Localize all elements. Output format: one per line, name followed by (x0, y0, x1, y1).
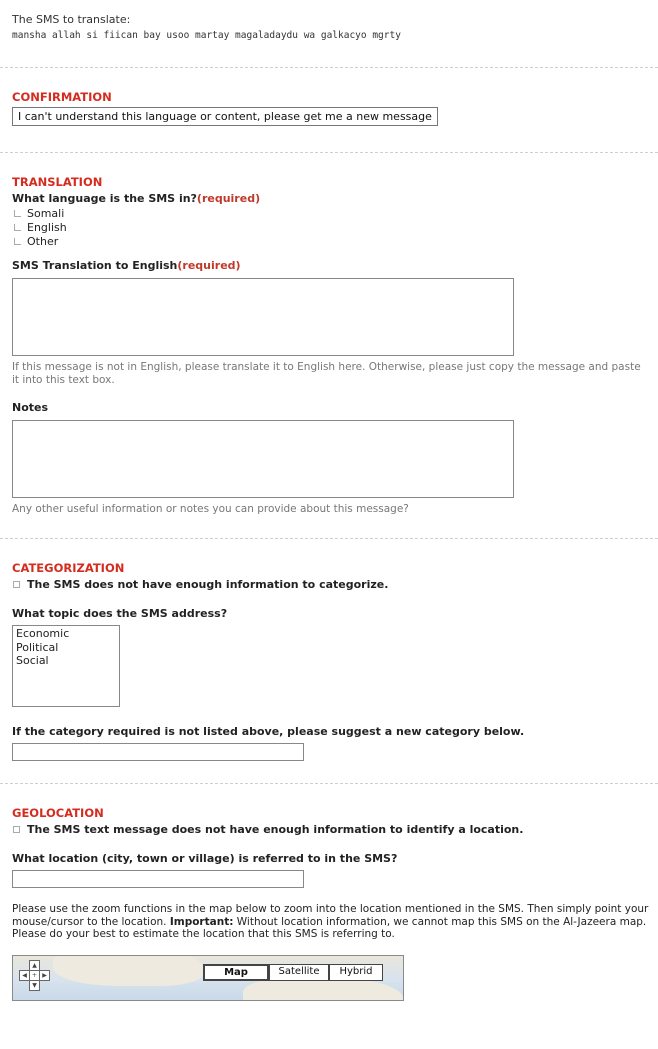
pan-down-icon[interactable]: ▼ (29, 979, 40, 991)
sms-intro: The SMS to translate: (12, 13, 131, 26)
suggest-category-label: If the category required is not listed a… (12, 725, 525, 738)
location-map[interactable]: ▲ ◀ + ▶ ▼ Map Satellite Hybrid (12, 954, 404, 1001)
required-marker: (required) (177, 259, 241, 272)
section-divider (0, 783, 658, 784)
radio-button[interactable] (14, 210, 21, 217)
pan-right-icon[interactable]: ▶ (39, 969, 50, 981)
map-pan-control[interactable]: ▲ ◀ + ▶ ▼ (19, 959, 50, 991)
section-divider (0, 538, 658, 539)
required-marker: (required) (196, 192, 261, 205)
new-message-button[interactable]: I can't understand this language or cont… (12, 107, 438, 126)
geolocation-title: GEOLOCATION (12, 806, 104, 820)
notes-hint: Any other useful information or notes yo… (12, 503, 409, 515)
translation-textarea[interactable] (12, 278, 514, 356)
checkbox-label: The SMS text message does not have enoug… (27, 823, 524, 836)
translation-question: SMS Translation to English(required) (12, 259, 646, 272)
notes-textarea[interactable] (12, 420, 514, 498)
language-option-label: English (27, 221, 67, 234)
section-divider (0, 67, 658, 68)
language-option-somali[interactable]: Somali (12, 207, 646, 220)
category-insufficient-checkbox[interactable]: The SMS does not have enough information… (12, 578, 646, 591)
radio-button[interactable] (14, 238, 21, 245)
topic-listbox[interactable]: Economic Political Social (12, 625, 120, 707)
language-option-other[interactable]: Other (12, 235, 646, 248)
topic-option[interactable]: Social (16, 654, 119, 668)
confirmation-title: CONFIRMATION (12, 90, 112, 104)
map-type-satellite-button[interactable]: Satellite (269, 963, 329, 981)
sms-text: mansha allah si fiican bay usoo martay m… (12, 30, 401, 41)
language-option-label: Somali (27, 207, 65, 220)
location-insufficient-checkbox[interactable]: The SMS text message does not have enoug… (12, 823, 646, 836)
notes-label: Notes (12, 401, 49, 414)
suggest-category-input[interactable] (12, 743, 304, 761)
map-type-control: Map Satellite Hybrid (203, 963, 383, 981)
instructions-important: Important: (169, 915, 234, 928)
language-option-english[interactable]: English (12, 221, 646, 234)
map-instructions: Please use the zoom functions in the map… (12, 903, 658, 941)
language-question-label: What language is the SMS in? (12, 192, 197, 205)
sms-translation-form: The SMS to translate: mansha allah si fi… (0, 0, 658, 1001)
translation-title: TRANSLATION (12, 175, 103, 189)
checkbox-label: The SMS does not have enough information… (27, 578, 389, 591)
translation-hint: If this message is not in English, pleas… (12, 361, 641, 386)
map-landmass (53, 955, 203, 986)
radio-button[interactable] (14, 224, 21, 231)
language-question: What language is the SMS in?(required) (12, 192, 646, 205)
location-question: What location (city, town or village) is… (12, 852, 398, 865)
topic-option[interactable]: Political (16, 641, 119, 655)
topic-option[interactable]: Economic (16, 627, 119, 641)
categorization-title: CATEGORIZATION (12, 561, 125, 575)
location-input[interactable] (12, 870, 304, 888)
language-option-label: Other (27, 235, 59, 248)
map-type-map-button[interactable]: Map (203, 963, 269, 981)
topic-question: What topic does the SMS address? (12, 607, 228, 620)
checkbox[interactable] (13, 826, 20, 833)
checkbox[interactable] (13, 581, 20, 588)
map-type-hybrid-button[interactable]: Hybrid (329, 963, 383, 981)
translation-label: SMS Translation to English (12, 259, 178, 272)
section-divider (0, 152, 658, 153)
